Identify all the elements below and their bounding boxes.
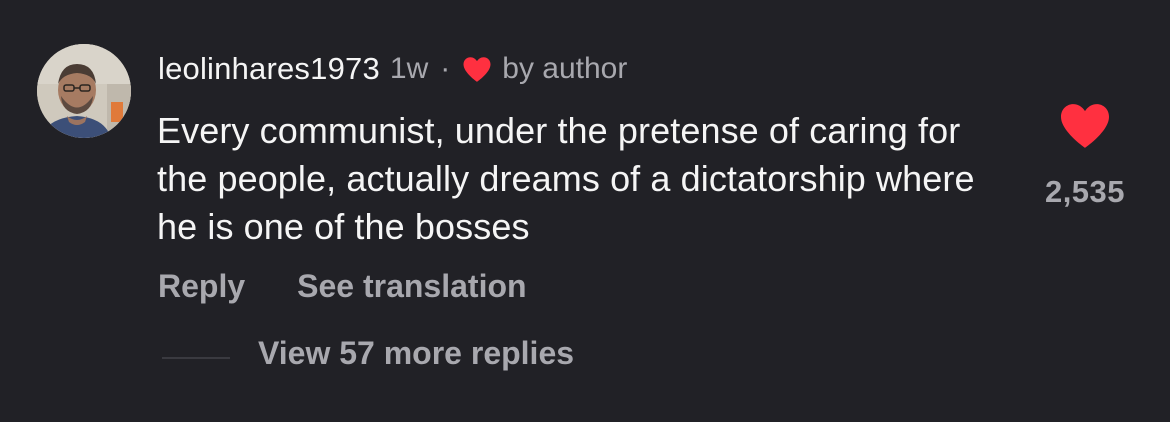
see-translation-button[interactable]: See translation xyxy=(297,268,526,305)
reply-button[interactable]: Reply xyxy=(158,268,245,305)
separator-dot: · xyxy=(440,52,451,85)
timestamp: 1w xyxy=(389,52,429,85)
comment-actions: Reply See translation xyxy=(158,264,527,308)
heart-icon xyxy=(1061,104,1109,148)
comment-header: leolinhares1973 1w · by author xyxy=(158,48,627,90)
comment-text: Every communist, under the pretense of c… xyxy=(157,110,975,247)
view-more-replies-button[interactable]: View 57 more replies xyxy=(258,335,574,372)
heart-icon xyxy=(462,56,492,83)
avatar-photo xyxy=(37,44,131,138)
comment: leolinhares1973 1w · by author Every com… xyxy=(0,0,1170,422)
username[interactable]: leolinhares1973 xyxy=(158,51,380,87)
avatar[interactable] xyxy=(37,44,131,138)
liked-by-author-label: by author xyxy=(502,52,628,85)
replies-divider xyxy=(162,357,230,359)
like-count: 2,535 xyxy=(1044,174,1126,209)
like-button[interactable] xyxy=(1058,102,1112,150)
